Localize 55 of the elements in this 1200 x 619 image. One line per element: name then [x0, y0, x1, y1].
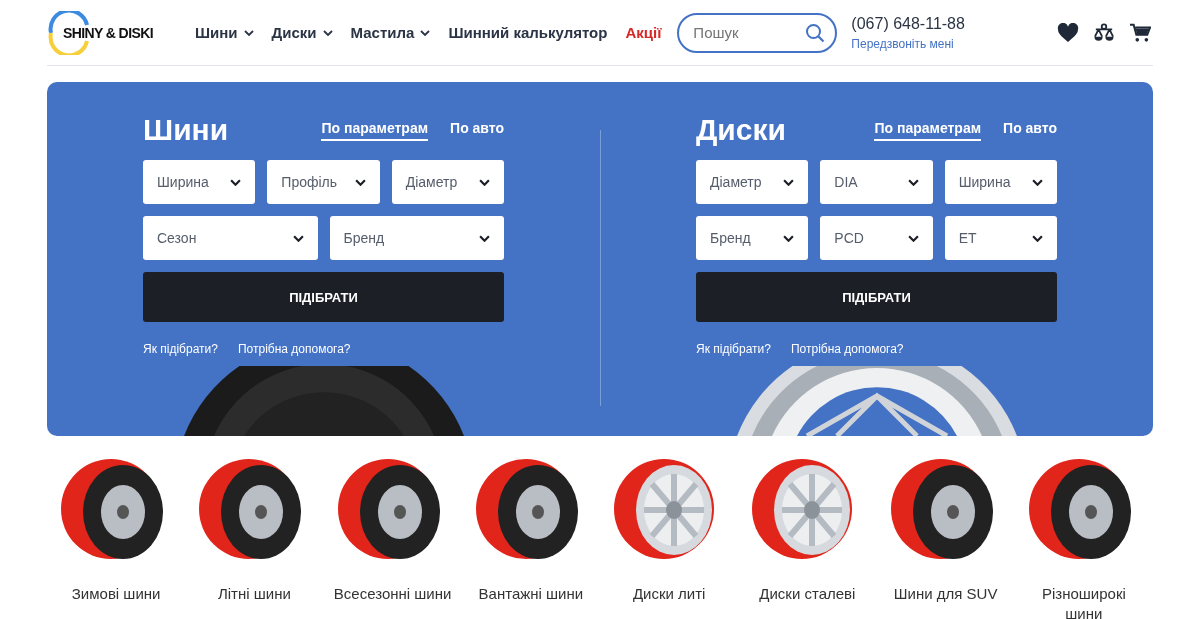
phone-number[interactable]: (067) 648-11-88: [851, 14, 965, 33]
panel-title: Диски: [696, 113, 786, 147]
nav-link[interactable]: Мастила: [350, 24, 431, 41]
chevron-down-icon: [479, 234, 490, 242]
select-field[interactable]: Діаметр: [391, 160, 504, 204]
select-field[interactable]: Сезон: [143, 216, 318, 260]
cart-icon[interactable]: [1129, 22, 1151, 43]
select-field[interactable]: DIA: [820, 160, 933, 204]
select-field[interactable]: Бренд: [696, 216, 809, 260]
panel-title: Шини: [143, 113, 229, 147]
help-link[interactable]: Як підібрати?: [696, 342, 771, 356]
heart-icon[interactable]: [1057, 22, 1079, 43]
help-link[interactable]: Потрібна допомога?: [790, 342, 904, 356]
tab[interactable]: По параметрам: [874, 119, 982, 141]
nav-link[interactable]: Шинний калькулятор: [448, 24, 608, 41]
nav-link[interactable]: Акції: [625, 24, 662, 41]
select-field[interactable]: PCD: [820, 216, 933, 260]
select-field[interactable]: Ширина: [143, 160, 256, 204]
chevron-down-icon: [354, 178, 366, 186]
chevron-down-icon: [230, 178, 242, 186]
submit-button[interactable]: ПІДІБРАТИ: [143, 272, 504, 322]
chevron-down-icon: [783, 234, 795, 242]
chevron-down-icon: [479, 178, 490, 186]
search-icon[interactable]: [805, 22, 826, 43]
scales-icon[interactable]: [1093, 22, 1115, 43]
chevron-down-icon: [1032, 178, 1043, 186]
category-label[interactable]: Зимові шини: [56, 584, 177, 604]
category-label[interactable]: Вантажні шини: [470, 584, 591, 604]
select-field[interactable]: ET: [944, 216, 1057, 260]
tab[interactable]: По авто: [1003, 119, 1057, 141]
submit-button[interactable]: ПІДІБРАТИ: [696, 272, 1057, 322]
tab[interactable]: По авто: [450, 119, 504, 141]
chevron-down-icon: [1032, 234, 1043, 242]
select-field[interactable]: Діаметр: [696, 160, 809, 204]
select-field[interactable]: Ширина: [944, 160, 1057, 204]
category-label[interactable]: Шини для SUV: [885, 584, 1006, 604]
category-label[interactable]: Всесезонні шини: [332, 584, 453, 604]
help-link[interactable]: Як підібрати?: [143, 342, 218, 356]
select-field[interactable]: Бренд: [329, 216, 504, 260]
callback-link[interactable]: Передзвоніть мені: [851, 36, 965, 51]
category-label[interactable]: Різноширокі шини: [1023, 584, 1144, 619]
nav-link[interactable]: Диски: [271, 24, 333, 41]
chevron-down-icon: [783, 178, 795, 186]
chevron-down-icon: [907, 178, 919, 186]
search-field[interactable]: Пошук: [677, 12, 838, 53]
chevron-down-icon: [292, 234, 304, 242]
category-label[interactable]: Літні шини: [194, 584, 315, 604]
tab[interactable]: По параметрам: [321, 119, 429, 141]
nav-link[interactable]: Шини: [195, 24, 254, 41]
logo[interactable]: SHINY & DISKI: [47, 10, 183, 55]
help-link[interactable]: Потрібна допомога?: [237, 342, 351, 356]
chevron-down-icon: [907, 234, 919, 242]
category-label[interactable]: Диски литі: [609, 584, 730, 604]
category-label[interactable]: Диски сталеві: [747, 584, 868, 604]
select-field[interactable]: Профіль: [267, 160, 380, 204]
